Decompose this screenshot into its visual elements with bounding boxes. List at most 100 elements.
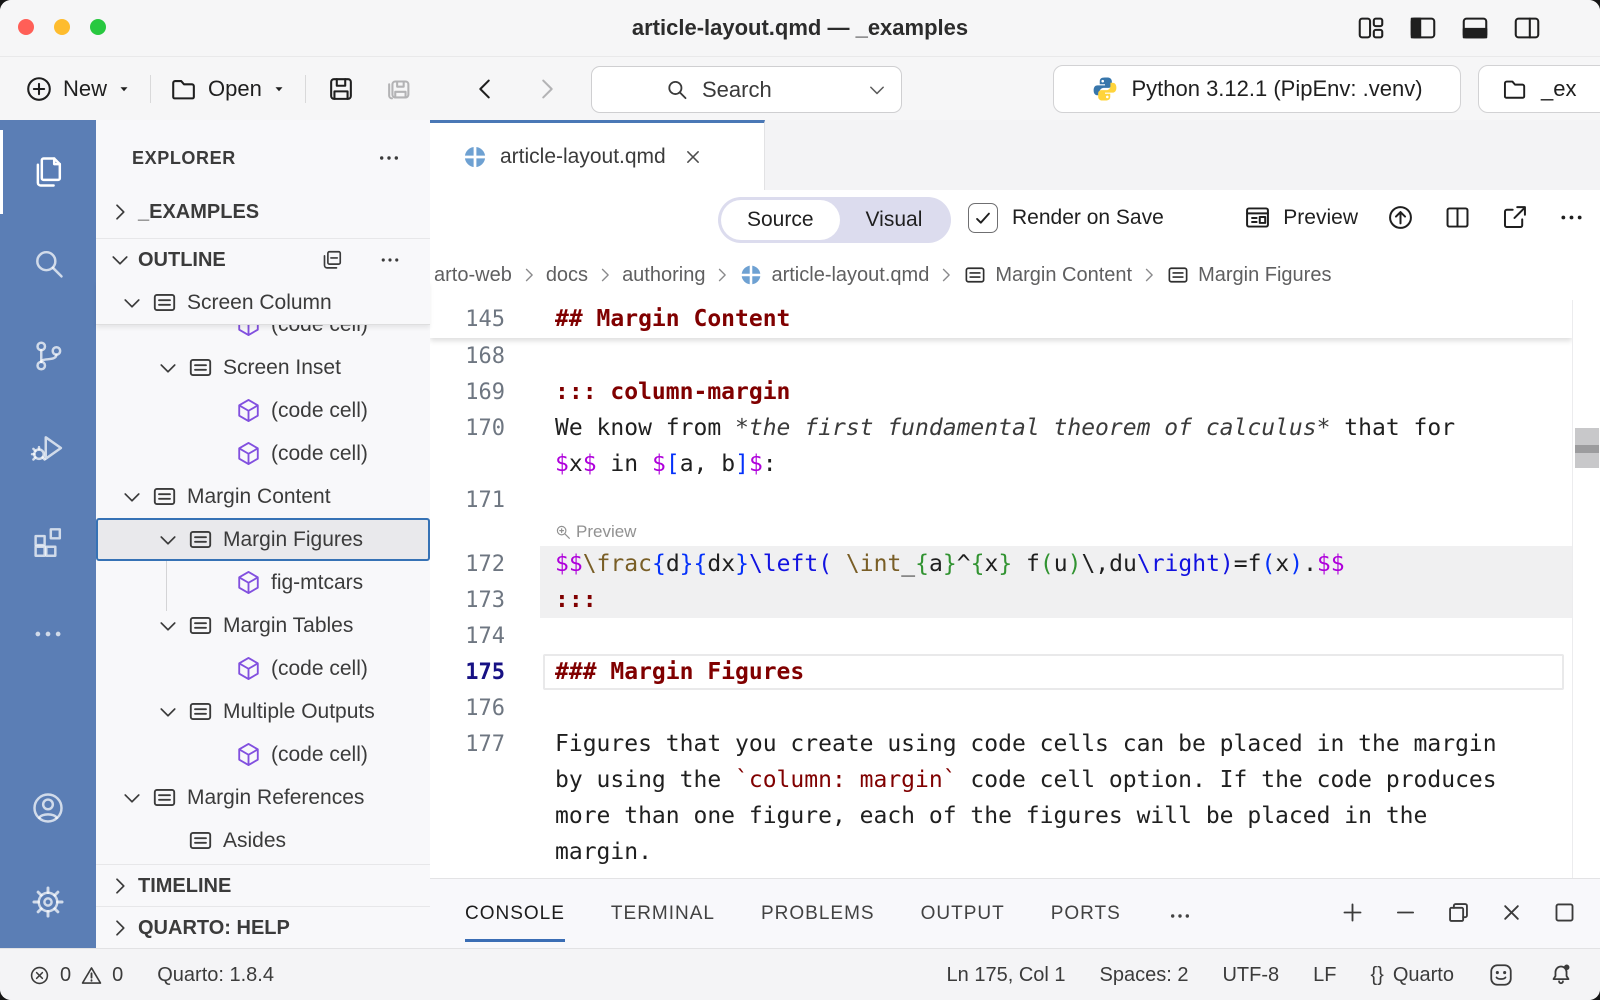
breadcrumb-arto-web[interactable]: arto-web: [434, 264, 512, 287]
sidebar-section-quarto-help[interactable]: QUARTO: HELP: [96, 906, 430, 949]
activity-bar-item-extensions[interactable]: [0, 494, 96, 586]
activity-bar-item-run-debug[interactable]: [0, 402, 96, 494]
save-all-button[interactable]: [384, 74, 414, 104]
customize-layout-icon[interactable]: [1356, 13, 1386, 43]
codelens-preview[interactable]: Preview: [430, 518, 1572, 546]
preview-button[interactable]: Preview: [1243, 203, 1358, 232]
new-button[interactable]: New: [12, 74, 144, 104]
feedback-smiley-button[interactable]: [1488, 962, 1514, 988]
restore-panel-icon[interactable]: [1445, 899, 1472, 926]
outline-item-code-cell[interactable]: (code cell): [96, 733, 430, 776]
breadcrumb-margin-content[interactable]: Margin Content: [963, 263, 1132, 287]
toolbar-separator: [150, 75, 151, 103]
outline-item-screen-inset[interactable]: Screen Inset: [96, 346, 430, 389]
maximize-panel-icon[interactable]: [1551, 899, 1578, 926]
navigate-back-button[interactable]: [470, 74, 500, 104]
toggle-primary-sidebar-icon[interactable]: [1408, 13, 1438, 43]
workspace-button[interactable]: _ex: [1478, 65, 1600, 113]
indentation-status[interactable]: Spaces: 2: [1100, 964, 1189, 987]
sidebar-section-examples[interactable]: _EXAMPLES: [96, 192, 430, 232]
sidebar-section-timeline[interactable]: TIMELINE: [96, 864, 430, 907]
close-icon: [682, 146, 704, 168]
breadcrumb-margin-figures[interactable]: Margin Figures: [1166, 263, 1331, 287]
code-line-168: 168: [430, 338, 1572, 374]
explorer-title: EXPLORER: [132, 148, 236, 169]
close-icon[interactable]: [682, 146, 704, 168]
close-panel-icon[interactable]: [1498, 899, 1525, 926]
more-actions-icon: [376, 145, 402, 171]
toggle-secondary-sidebar-icon[interactable]: [1512, 13, 1542, 43]
python-interpreter-button[interactable]: Python 3.12.1 (PipEnv: .venv): [1053, 65, 1461, 113]
outline-item-code-cell[interactable]: (code cell): [96, 432, 430, 475]
navigate-forward-button[interactable]: [532, 74, 562, 104]
scrollbar-thumb[interactable]: [1575, 428, 1599, 468]
outline-item-multiple-outputs[interactable]: Multiple Outputs: [96, 690, 430, 733]
outline-item-asides[interactable]: Asides: [96, 819, 430, 862]
code-editor[interactable]: 145## Margin Content168169::: column-mar…: [430, 300, 1572, 878]
editor-tab[interactable]: article-layout.qmd: [430, 120, 765, 190]
line-number: 168: [430, 344, 505, 369]
panel-tab-problems[interactable]: PROBLEMS: [761, 879, 875, 948]
chevron-down-icon: [120, 786, 144, 810]
activity-bar-item-search[interactable]: [0, 218, 96, 310]
more-actions-icon[interactable]: [378, 248, 402, 272]
activity-bar-item-account[interactable]: [0, 762, 96, 854]
toggle-panel-icon[interactable]: [1460, 13, 1490, 43]
activity-bar-item-explorer[interactable]: [0, 126, 96, 218]
render-on-save-checkbox[interactable]: [968, 203, 998, 233]
sidebar-section-outline[interactable]: OUTLINE: [96, 238, 430, 281]
outline-item-margin-content[interactable]: Margin Content: [96, 475, 430, 518]
minimize-panel-icon[interactable]: [1392, 899, 1419, 926]
warning-icon: [80, 964, 103, 987]
encoding-status[interactable]: UTF-8: [1222, 964, 1279, 987]
breadcrumb-article-layout-qmd[interactable]: article-layout.qmd: [739, 263, 929, 287]
caret-down-icon: [271, 81, 287, 97]
save-button[interactable]: [326, 74, 356, 104]
breadcrumbs: arto-web docs authoring article-layout.qmd M…: [430, 250, 1600, 300]
language-mode-status[interactable]: {} Quarto: [1370, 964, 1454, 987]
chevron-right-icon: [108, 916, 132, 940]
activity-bar-item-source-control[interactable]: [0, 310, 96, 402]
new-terminal-icon[interactable]: [1339, 899, 1366, 926]
problems-status[interactable]: 0 0: [28, 964, 123, 987]
visual-mode-button[interactable]: Visual: [840, 200, 949, 240]
activity-bar-item-settings[interactable]: [0, 856, 96, 948]
folder-open-icon: [169, 74, 199, 104]
panel-tab-ports[interactable]: PORTS: [1051, 879, 1121, 948]
cursor-position-status[interactable]: Ln 175, Col 1: [947, 964, 1066, 987]
notifications-button[interactable]: [1548, 962, 1574, 988]
collapse-all-icon[interactable]: [320, 248, 344, 272]
command-center-search[interactable]: [591, 66, 902, 113]
panel-tab-console[interactable]: CONSOLE: [465, 879, 565, 948]
outline-item-code-cell[interactable]: (code cell): [96, 389, 430, 432]
editor-scrollbar[interactable]: [1572, 300, 1600, 878]
outline-item-margin-tables[interactable]: Margin Tables: [96, 604, 430, 647]
panel-tab-output[interactable]: OUTPUT: [921, 879, 1005, 948]
chevron-down-icon: [108, 248, 132, 272]
outline-item-fig-mtcars[interactable]: fig-mtcars: [96, 561, 430, 604]
more-icon: [30, 616, 66, 652]
status-bar: 0 0 Quarto: 1.8.4 Ln 175, Col 1 Spaces: …: [0, 948, 1600, 1000]
eol-status[interactable]: LF: [1313, 964, 1336, 987]
activity-bar-item-more[interactable]: [0, 588, 96, 680]
outline-item-margin-figures[interactable]: Margin Figures: [96, 518, 430, 561]
panel-tab-terminal[interactable]: TERMINAL: [611, 879, 715, 948]
source-mode-button[interactable]: Source: [721, 200, 840, 240]
breadcrumb-authoring[interactable]: authoring: [622, 264, 705, 287]
search-input[interactable]: [700, 76, 844, 104]
open-button[interactable]: Open: [157, 74, 299, 104]
more-actions-icon[interactable]: [376, 145, 402, 171]
code-cell-icon: [235, 655, 262, 682]
split-editor-icon[interactable]: [1443, 203, 1472, 232]
outline-item-screen-column[interactable]: Screen Column: [96, 281, 430, 325]
quarto-version-status[interactable]: Quarto: 1.8.4: [157, 964, 274, 987]
chevron-right-icon: [108, 200, 132, 224]
outline-item-margin-references[interactable]: Margin References: [96, 776, 430, 819]
open-external-icon[interactable]: [1500, 203, 1529, 232]
panel-more-tabs-icon[interactable]: [1167, 903, 1193, 929]
breadcrumb-docs[interactable]: docs: [546, 264, 588, 287]
more-actions-icon[interactable]: [1557, 203, 1586, 232]
render-icon[interactable]: [1386, 203, 1415, 232]
folder-open-icon: [169, 74, 199, 104]
outline-item-code-cell[interactable]: (code cell): [96, 647, 430, 690]
